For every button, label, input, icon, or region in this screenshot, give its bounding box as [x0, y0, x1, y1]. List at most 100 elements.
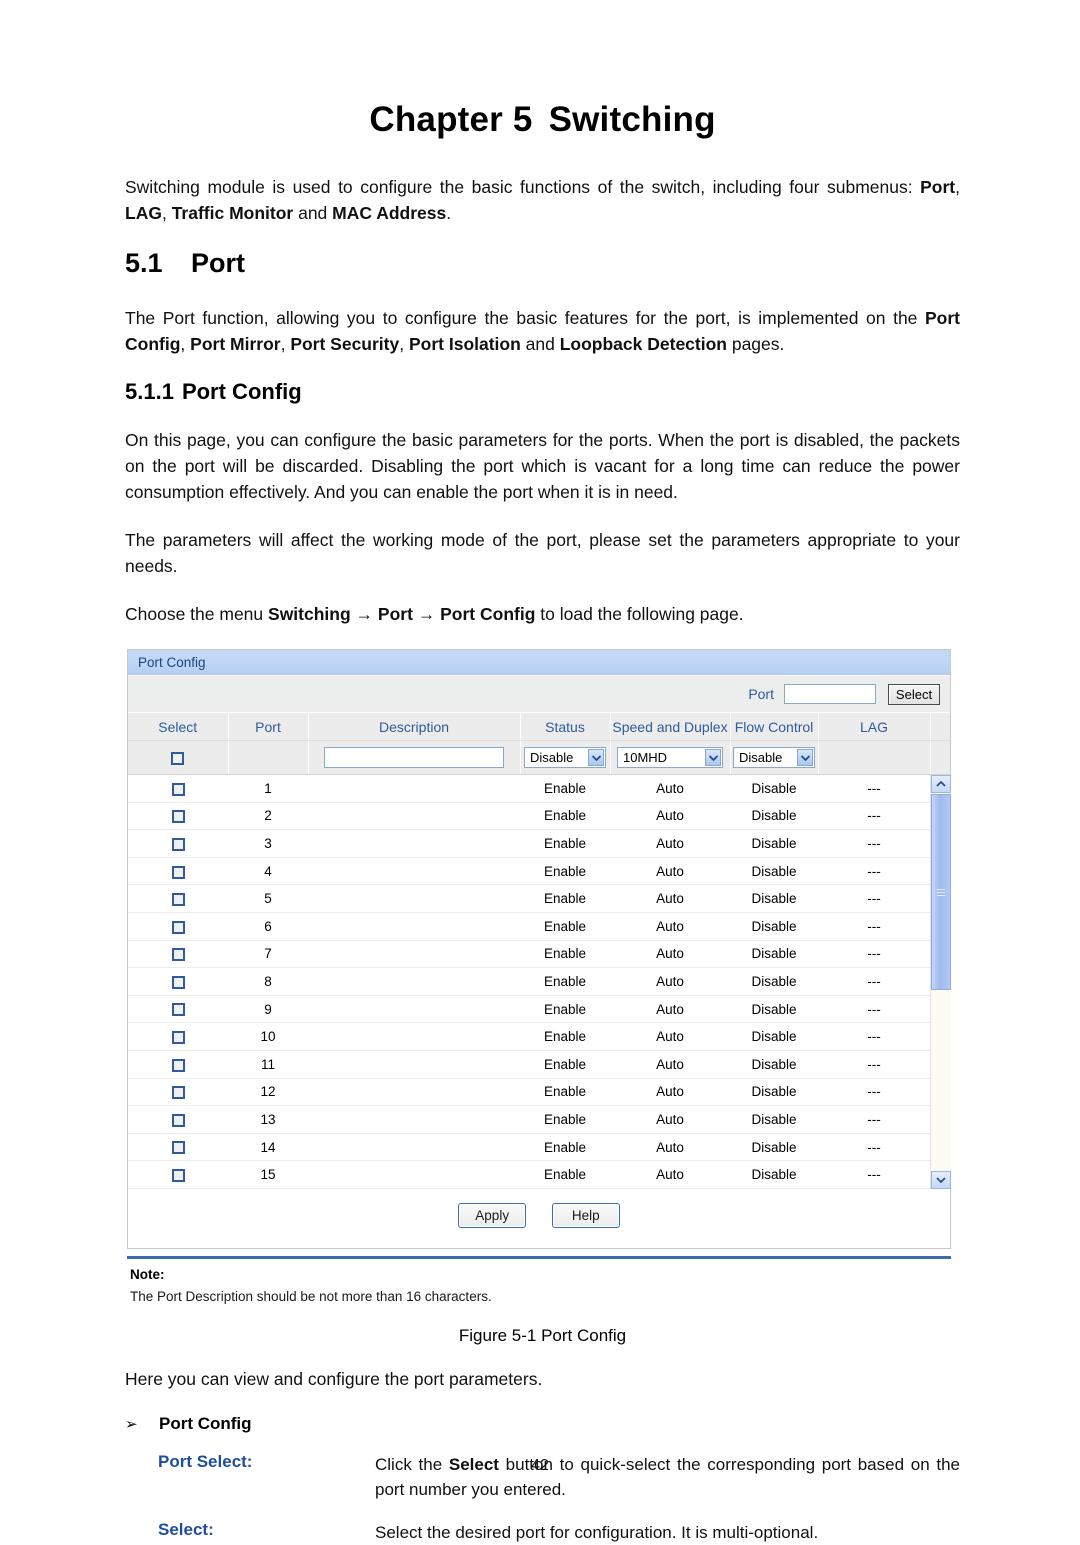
paragraph-2: On this page, you can configure the basi… [125, 430, 960, 502]
row-checkbox[interactable] [171, 1086, 185, 1100]
row-checkbox[interactable] [171, 1141, 185, 1155]
bullet-heading-label: Port Config [159, 1413, 252, 1433]
row-lag-cell: --- [818, 967, 930, 996]
bulk-config-row: Disable 10MHD Disable [128, 740, 950, 775]
row-lag-cell: --- [818, 829, 930, 858]
bulk-select-cell [128, 740, 229, 775]
row-flow-cell: Disable [730, 1133, 818, 1162]
sep: . [446, 203, 452, 223]
row-select-cell [128, 1022, 228, 1051]
row-status-cell: Enable [520, 1133, 610, 1162]
description-input[interactable] [324, 747, 504, 768]
row-select-cell [128, 1105, 228, 1134]
row-checkbox[interactable] [171, 782, 185, 796]
scrollbar-track[interactable] [931, 991, 951, 1171]
panel-title: Port Config [138, 655, 206, 670]
intro-term-mac-address: MAC Address [332, 203, 447, 223]
row-speed-cell: Auto [610, 1160, 730, 1189]
intro-term-traffic-monitor: Traffic Monitor [171, 203, 294, 223]
row-port-cell: 11 [228, 1050, 308, 1079]
arrow-bullet-icon: ➢ [125, 1415, 138, 1433]
row-checkbox[interactable] [171, 975, 185, 989]
bulk-scroll-spacer [930, 740, 950, 775]
row-checkbox[interactable] [171, 1169, 185, 1183]
row-description-cell [308, 995, 520, 1024]
row-description-cell [308, 967, 520, 996]
row-port-cell: 1 [228, 775, 308, 803]
row-flow-cell: Disable [730, 1022, 818, 1051]
intro-text: Switching module is used to configure th… [125, 177, 921, 197]
row-lag-cell: --- [818, 884, 930, 913]
row-checkbox[interactable] [171, 1031, 185, 1045]
row-select-cell [128, 775, 228, 803]
row-checkbox[interactable] [171, 1003, 185, 1017]
row-lag-cell: --- [818, 1105, 930, 1134]
row-checkbox[interactable] [171, 837, 185, 851]
row-flow-cell: Disable [730, 995, 818, 1024]
definition-description: Select the desired port for configuratio… [375, 1520, 960, 1545]
row-flow-cell: Disable [730, 1050, 818, 1079]
row-flow-cell: Disable [730, 940, 818, 969]
bulk-speed-cell: 10MHD [610, 740, 731, 775]
row-status-cell: Enable [520, 1078, 610, 1107]
row-checkbox[interactable] [171, 948, 185, 962]
term-loopback-detection: Loopback Detection [559, 334, 727, 354]
row-lag-cell: --- [818, 1160, 930, 1189]
row-status-cell: Enable [520, 829, 610, 858]
row-checkbox[interactable] [171, 893, 185, 907]
column-header-speed-and-duplex: Speed and Duplex [610, 713, 731, 741]
port-search-label: Port [748, 686, 774, 702]
table-row: 13 Enable Auto Disable --- [128, 1105, 930, 1134]
port-search-input[interactable] [784, 684, 876, 704]
select-all-checkbox[interactable] [171, 751, 185, 765]
row-lag-cell: --- [818, 1022, 930, 1051]
port-text: The Port function, allowing you to confi… [125, 308, 925, 328]
term-port-mirror: Port Mirror [190, 334, 281, 354]
subsection-name: Port Config [181, 379, 302, 404]
apply-button[interactable]: Apply [458, 1202, 527, 1228]
status-dropdown[interactable]: Disable [524, 747, 606, 768]
row-checkbox[interactable] [171, 810, 185, 824]
note-text: The Port Description should be not more … [130, 1288, 492, 1304]
section-name: Port [191, 248, 245, 278]
row-checkbox[interactable] [171, 920, 185, 934]
row-flow-cell: Disable [730, 1160, 818, 1189]
help-button[interactable]: Help [551, 1202, 620, 1228]
panel-titlebar: Port Config [128, 650, 950, 676]
scroll-up-button[interactable] [931, 775, 951, 793]
row-checkbox[interactable] [171, 865, 185, 879]
section-heading: 5.1 Port [125, 248, 960, 279]
row-status-cell: Enable [520, 884, 610, 913]
table-header-row: Select Port Description Status Speed and… [128, 713, 950, 741]
arrow-icon: → [350, 604, 378, 624]
speed-duplex-dropdown[interactable]: 10MHD [617, 747, 723, 768]
vertical-scrollbar[interactable] [930, 775, 951, 1189]
row-port-cell: 15 [228, 1160, 308, 1189]
bulk-port-cell [228, 740, 309, 775]
row-select-cell [128, 1133, 228, 1162]
row-speed-cell: Auto [610, 802, 730, 831]
row-status-cell: Enable [520, 912, 610, 941]
row-port-cell: 2 [228, 802, 308, 831]
sep: pages. [726, 334, 785, 354]
column-header-flow-control: Flow Control [730, 713, 819, 741]
table-row: 8 Enable Auto Disable --- [128, 967, 930, 996]
row-description-cell [308, 857, 520, 886]
port-rows-viewport: 1 Enable Auto Disable --- 2 Enable Auto Disable -… [128, 775, 930, 1189]
select-button[interactable]: Select [888, 683, 940, 705]
row-status-cell: Enable [520, 1022, 610, 1051]
flow-control-dropdown[interactable]: Disable [733, 747, 815, 768]
row-checkbox[interactable] [171, 1058, 185, 1072]
row-flow-cell: Disable [730, 967, 818, 996]
row-speed-cell: Auto [610, 1078, 730, 1107]
row-flow-cell: Disable [730, 775, 818, 803]
row-checkbox[interactable] [171, 1113, 185, 1127]
term-port-isolation: Port Isolation [408, 334, 521, 354]
row-select-cell [128, 1050, 228, 1079]
scrollbar-thumb[interactable] [931, 794, 951, 990]
row-speed-cell: Auto [610, 912, 730, 941]
row-description-cell [308, 940, 520, 969]
definition-desc-prefix: Select the desired port for configuratio… [375, 1522, 819, 1542]
row-description-cell [308, 912, 520, 941]
scroll-down-button[interactable] [931, 1170, 951, 1189]
